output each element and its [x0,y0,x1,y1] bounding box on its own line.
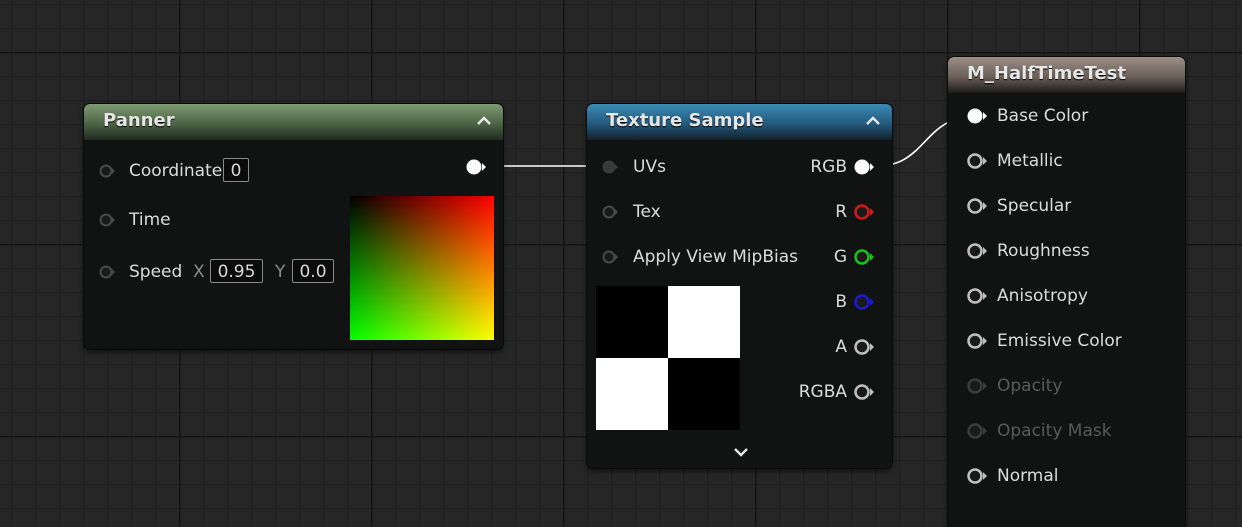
emissive-color-pin-icon[interactable] [966,332,990,350]
mipbias-pin-row: Apply View MipBias [587,246,807,270]
material-header[interactable]: M_HalfTimeTest [948,57,1185,93]
material-title: M_HalfTimeTest [967,63,1126,84]
speed-pin-icon[interactable] [99,264,115,280]
rgb-output-row: RGB [787,156,887,180]
tex-pin-row: Tex [587,201,787,225]
rgb-output-pin-icon[interactable] [853,158,877,176]
anisotropy-label: Anisotropy [997,286,1088,306]
a-output-row: A [787,336,887,360]
mipbias-pin-icon[interactable] [602,249,618,265]
material-pin-row-metallic: Metallic [948,150,1178,174]
panner-preview-image [350,196,494,340]
opacity-pin-icon [967,378,987,394]
material-result-node[interactable]: M_HalfTimeTest Base Color Metallic Specula… [948,57,1185,527]
tex-pin-icon[interactable] [602,204,618,220]
g-label: G [833,247,847,267]
material-pin-row-anisotropy: Anisotropy [948,285,1178,309]
speed-pin-row: Speed X 0.95 Y 0.0 [84,259,344,285]
speed-x-axis-label: X [193,262,205,282]
uvs-label: UVs [633,157,666,177]
base-color-pin-icon[interactable] [966,107,990,125]
roughness-pin-icon[interactable] [966,242,990,260]
collapse-chevron-icon[interactable] [864,112,882,130]
rgb-label: RGB [810,157,847,177]
r-output-row: R [787,201,887,225]
specular-label: Specular [997,196,1072,216]
tex-label: Tex [633,202,661,222]
material-pin-row-emissive-color: Emissive Color [948,330,1178,354]
anisotropy-pin-icon[interactable] [966,287,990,305]
coordinate-pin-icon[interactable] [99,163,115,179]
normal-pin-icon[interactable] [966,467,990,485]
b-output-row: B [787,291,887,315]
b-output-pin-icon[interactable] [853,293,877,311]
opacity-mask-pin-icon [967,423,987,439]
opacity-label: Opacity [997,376,1063,396]
g-output-row: G [787,246,887,270]
time-pin-icon[interactable] [99,212,115,228]
normal-label: Normal [997,466,1059,486]
material-pin-row-opacity-mask: Opacity Mask [948,420,1178,444]
speed-y-field[interactable]: 0.0 [292,259,334,283]
rgba-output-row: RGBA [787,381,887,405]
time-label: Time [129,210,171,230]
opacity-mask-label: Opacity Mask [997,421,1112,441]
base-color-label: Base Color [997,106,1089,126]
time-pin-row: Time [84,209,334,233]
panner-node[interactable]: Panner Coordinate 0 Time Speed X 0.95 Y … [84,104,503,349]
collapse-chevron-icon[interactable] [475,112,493,130]
panner-header[interactable]: Panner [84,104,503,140]
b-label: B [835,292,847,312]
g-output-pin-icon[interactable] [853,248,877,266]
coordinate-pin-row: Coordinate 0 [84,158,503,184]
material-pin-row-roughness: Roughness [948,240,1178,264]
panner-output-pin-icon[interactable] [465,158,489,176]
a-output-pin-icon[interactable] [853,338,877,356]
material-pin-row-base-color: Base Color [948,105,1178,129]
texture-sample-title: Texture Sample [606,110,764,131]
expand-chevron-icon[interactable] [732,444,750,460]
r-output-pin-icon[interactable] [853,203,877,221]
material-pin-row-normal: Normal [948,465,1178,489]
panner-title: Panner [103,110,175,131]
texture-sample-node[interactable]: Texture Sample UVs Tex Apply View MipBia… [587,104,892,468]
texture-preview-image [596,286,740,430]
material-pin-row-specular: Specular [948,195,1178,219]
metallic-label: Metallic [997,151,1063,171]
material-pin-row-opacity: Opacity [948,375,1178,399]
a-label: A [835,337,847,357]
uvs-pin-row: UVs [587,156,787,180]
emissive-color-label: Emissive Color [997,331,1122,351]
rgba-output-pin-icon[interactable] [853,383,877,401]
r-label: R [835,202,847,222]
roughness-label: Roughness [997,241,1090,261]
coordinate-label: Coordinate [129,161,223,181]
specular-pin-icon[interactable] [966,197,990,215]
rgba-label: RGBA [798,382,847,402]
texture-sample-header[interactable]: Texture Sample [587,104,892,140]
metallic-pin-icon[interactable] [966,152,990,170]
speed-label: Speed [129,262,183,282]
speed-y-axis-label: Y [275,262,286,282]
uvs-pin-icon[interactable] [602,159,618,175]
coordinate-value-field[interactable]: 0 [223,158,249,182]
speed-x-field[interactable]: 0.95 [210,259,263,283]
mipbias-label: Apply View MipBias [633,247,798,267]
